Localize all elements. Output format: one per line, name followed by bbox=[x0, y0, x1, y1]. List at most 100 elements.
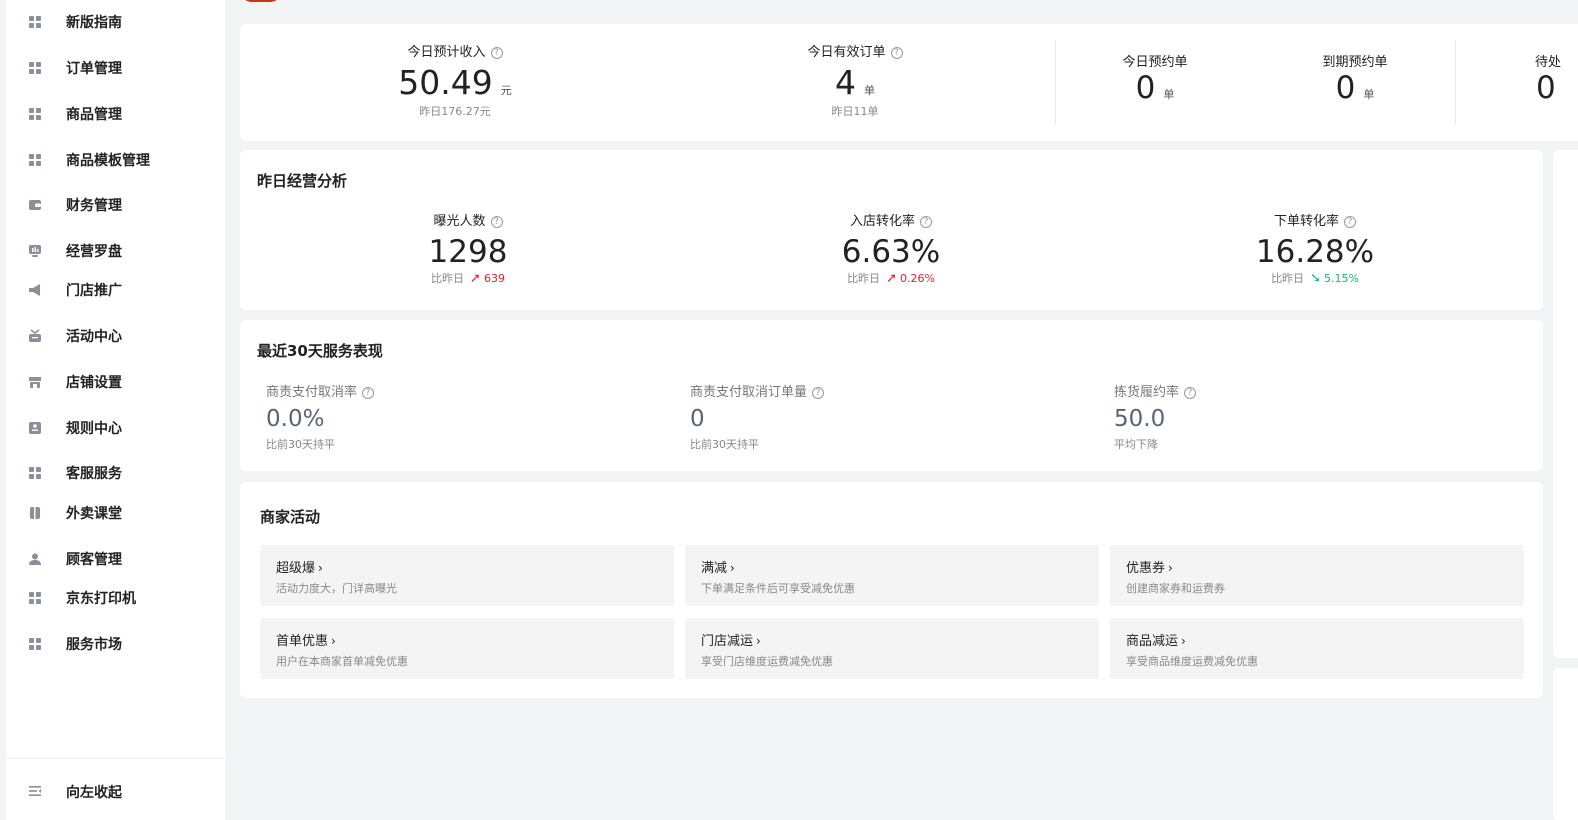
sidebar-item[interactable]: 商品管理 bbox=[6, 94, 225, 134]
sidebar-item[interactable]: 顾客管理 bbox=[6, 539, 225, 579]
yesterday-analysis-card: 昨日经营分析 曝光人数? 1298 比昨日 ➚ 639 入店转化率? 6.63% 比昨日 ➚ 0.… bbox=[240, 150, 1543, 310]
activity-title: 商品减运 bbox=[1126, 634, 1179, 649]
analysis-metric-label: 入店转化率 bbox=[849, 214, 915, 229]
service-metric-sub: 比前30天持平 bbox=[266, 438, 335, 451]
rules-icon bbox=[29, 422, 41, 434]
compare-label: 比昨日 bbox=[1271, 272, 1305, 285]
side-card-fragment bbox=[1553, 150, 1578, 658]
activity-title: 超级爆 bbox=[276, 561, 316, 576]
monitor-icon bbox=[29, 245, 41, 257]
sidebar-item-label: 顾客管理 bbox=[66, 552, 122, 568]
grid-icon bbox=[29, 62, 41, 74]
sidebar-item[interactable]: 店铺设置 bbox=[6, 362, 225, 402]
chevron-right-icon: › bbox=[331, 634, 336, 648]
sidebar-item-label: 京东打印机 bbox=[66, 591, 136, 607]
grid-icon bbox=[29, 592, 41, 604]
sidebar-item-label: 外卖课堂 bbox=[66, 506, 122, 522]
help-icon[interactable]: ? bbox=[1344, 216, 1356, 228]
service-performance-card: 最近30天服务表现 商责支付取消率? 0.0% 比前30天持平 商责支付取消订单量? 0… bbox=[240, 320, 1543, 471]
stat-divider bbox=[1055, 40, 1056, 124]
pending-value: 0 bbox=[1536, 70, 1556, 106]
sidebar-item[interactable]: 外卖课堂 bbox=[6, 493, 225, 533]
grid-icon bbox=[29, 638, 41, 650]
chevron-right-icon: › bbox=[1181, 634, 1186, 648]
help-icon[interactable]: ? bbox=[812, 387, 825, 399]
service-metric: 拣货履约率? 50.0 平均下降 bbox=[1114, 381, 1414, 452]
service-metric-label: 商责支付取消率 bbox=[266, 385, 358, 400]
today-orders-yesterday: 昨日11单 bbox=[831, 105, 879, 118]
analysis-metric-change: 5.15% bbox=[1323, 272, 1359, 285]
sidebar-item[interactable]: 新版指南 bbox=[6, 2, 225, 42]
sidebar-item-label: 订单管理 bbox=[66, 61, 122, 77]
trend-up-icon: ➚ bbox=[470, 271, 481, 286]
activities-title: 商家活动 bbox=[260, 508, 321, 526]
grid-icon bbox=[29, 154, 41, 166]
activity-tile[interactable]: 门店减运 › 享受门店维度运费减免优惠 bbox=[685, 618, 1099, 679]
sidebar-item[interactable]: 京东打印机 bbox=[6, 578, 225, 618]
sidebar-item-label: 活动中心 bbox=[66, 329, 122, 345]
help-icon[interactable]: ? bbox=[890, 47, 903, 59]
activity-tile[interactable]: 优惠券 › 创建商家券和运费券 bbox=[1110, 545, 1524, 606]
analysis-metric: 入店转化率? 6.63% 比昨日 ➚ 0.26% bbox=[761, 210, 1021, 286]
sidebar-item[interactable]: 门店推广 bbox=[6, 270, 225, 310]
activity-desc: 创建商家券和运费券 bbox=[1126, 582, 1225, 595]
expiring-reservations-label: 到期预约单 bbox=[1322, 55, 1388, 70]
activity-tile[interactable]: 商品减运 › 享受商品维度运费减免优惠 bbox=[1110, 618, 1524, 679]
activity-desc: 活动力度大，门详高曝光 bbox=[276, 582, 397, 595]
help-icon[interactable]: ? bbox=[490, 47, 503, 59]
compare-label: 比昨日 bbox=[847, 272, 881, 285]
help-icon[interactable]: ? bbox=[362, 387, 375, 399]
user-icon bbox=[29, 553, 41, 565]
service-metric-label: 商责支付取消订单量 bbox=[690, 385, 808, 400]
sidebar-item-label: 商品模板管理 bbox=[66, 153, 150, 169]
activity-title: 门店减运 bbox=[701, 634, 754, 649]
sidebar-item[interactable]: 规则中心 bbox=[6, 408, 225, 448]
sidebar-item-label: 新版指南 bbox=[66, 15, 122, 31]
sidebar-item[interactable]: 经营罗盘 bbox=[6, 231, 225, 271]
help-icon[interactable]: ? bbox=[1184, 387, 1197, 399]
service-title: 最近30天服务表现 bbox=[257, 342, 383, 360]
today-stats-card: 今日预计收入? 50.49 元 昨日176.27元 今日有效订单? 4单 昨日11… bbox=[240, 24, 1578, 141]
header-logo-fragment bbox=[240, 0, 282, 2]
activity-tile[interactable]: 首单优惠 › 用户在本商家首单减免优惠 bbox=[260, 618, 674, 679]
activity-title: 优惠券 bbox=[1126, 561, 1166, 576]
chevron-right-icon: › bbox=[756, 634, 761, 648]
analysis-metric-value: 6.63% bbox=[841, 234, 941, 270]
sidebar-item-label: 服务市场 bbox=[66, 637, 122, 653]
analysis-title: 昨日经营分析 bbox=[257, 172, 348, 190]
activity-title: 首单优惠 bbox=[276, 634, 329, 649]
activity-tile[interactable]: 满减 › 下单满足条件后可享受减免优惠 bbox=[685, 545, 1099, 606]
expiring-reservations-value: 0 bbox=[1335, 70, 1356, 106]
sidebar-item[interactable]: 订单管理 bbox=[6, 48, 225, 88]
grid-icon bbox=[29, 108, 41, 120]
sidebar-item[interactable]: 财务管理 bbox=[6, 185, 225, 225]
sidebar-item[interactable]: 客服服务 bbox=[6, 453, 225, 493]
analysis-metric-label: 曝光人数 bbox=[433, 214, 486, 229]
collapse-label: 向左收起 bbox=[66, 785, 122, 801]
analysis-metric-change: 639 bbox=[483, 272, 505, 285]
today-reservations-label: 今日预约单 bbox=[1122, 55, 1188, 70]
pending-label: 待处 bbox=[1535, 55, 1562, 70]
sidebar-item[interactable]: 活动中心 bbox=[6, 316, 225, 356]
help-icon[interactable]: ? bbox=[920, 216, 932, 228]
today-income-label: 今日预计收入 bbox=[407, 45, 486, 60]
chevron-right-icon: › bbox=[730, 561, 735, 575]
today-income-yesterday: 昨日176.27元 bbox=[419, 105, 491, 118]
chevron-right-icon: › bbox=[318, 561, 323, 575]
service-metric-sub: 平均下降 bbox=[1114, 438, 1158, 451]
side-card-fragment bbox=[1553, 668, 1578, 820]
analysis-metric: 下单转化率? 16.28% 比昨日 ➘ 5.15% bbox=[1185, 210, 1445, 286]
activity-tile[interactable]: 超级爆 › 活动力度大，门详高曝光 bbox=[260, 545, 674, 606]
store-icon bbox=[29, 377, 41, 388]
collapse-sidebar-button[interactable]: 向左收起 bbox=[6, 773, 225, 809]
today-reservations-stat: 今日预约单 0单 bbox=[1095, 51, 1215, 106]
expiring-reservations-unit: 单 bbox=[1363, 88, 1375, 101]
sidebar: 新版指南订单管理商品管理商品模板管理财务管理经营罗盘门店推广活动中心店铺设置规则… bbox=[6, 0, 225, 820]
service-metric-value: 0 bbox=[690, 406, 705, 432]
sidebar-item[interactable]: 商品模板管理 bbox=[6, 140, 225, 180]
sidebar-item[interactable]: 服务市场 bbox=[6, 624, 225, 664]
chevron-right-icon: › bbox=[1168, 561, 1173, 575]
today-income-unit: 元 bbox=[500, 84, 512, 97]
help-icon[interactable]: ? bbox=[490, 216, 503, 228]
sidebar-item-label: 门店推广 bbox=[66, 283, 122, 299]
